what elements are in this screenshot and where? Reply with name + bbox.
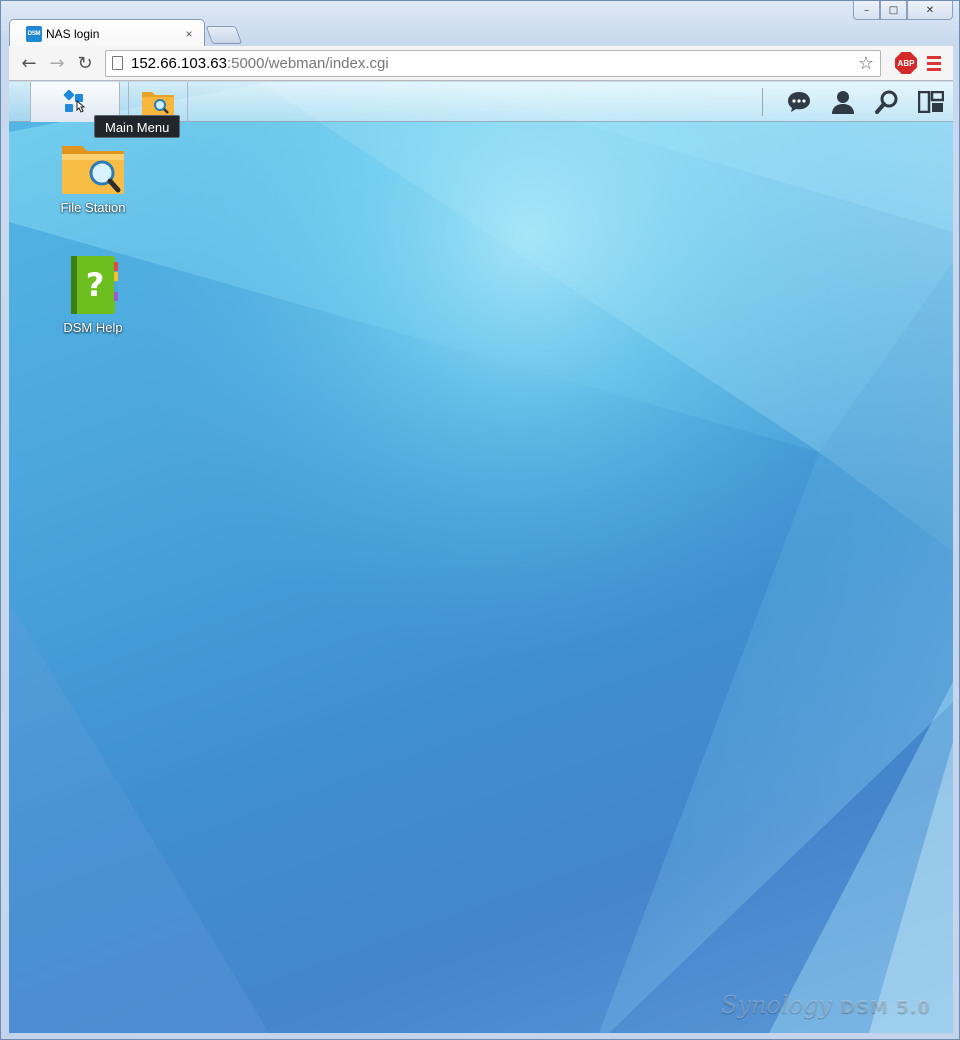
file-station-icon [142, 91, 174, 115]
desktop-wallpaper [9, 82, 953, 1033]
widgets-button[interactable] [909, 82, 953, 122]
address-bar[interactable]: 152.66.103.63:5000/webman/index.cgi ☆ [105, 49, 881, 77]
adblock-plus-icon[interactable]: ABP [895, 52, 917, 74]
bookmark-star-icon[interactable]: ☆ [858, 53, 874, 74]
browser-toolbar: ← → ↻ 152.66.103.63:5000/webman/index.cg… [9, 46, 953, 81]
brand-name: Synology [721, 991, 833, 1019]
notifications-icon [788, 91, 810, 112]
main-menu-icon [63, 89, 86, 113]
new-tab-button[interactable] [205, 26, 243, 44]
url-text[interactable]: 152.66.103.63:5000/webman/index.cgi [131, 55, 858, 72]
maximize-button[interactable]: □ [880, 1, 907, 20]
user-button[interactable] [821, 82, 865, 122]
user-icon [832, 90, 854, 114]
page-icon [112, 56, 123, 70]
close-window-button[interactable]: ✕ [907, 1, 953, 20]
desktop-icon-file-station[interactable]: File Station [48, 140, 138, 215]
brand-product: DSM 5.0 [840, 997, 931, 1018]
reload-button[interactable]: ↻ [71, 49, 99, 77]
url-host: 152.66.103.63 [131, 54, 227, 72]
desktop-icon-label: DSM Help [63, 320, 123, 335]
notifications-button[interactable] [777, 82, 821, 122]
file-station-icon [62, 146, 124, 194]
forward-button[interactable]: → [43, 49, 71, 77]
back-button[interactable]: ← [15, 49, 43, 77]
tab-close-icon[interactable]: × [182, 27, 196, 41]
search-icon [875, 90, 898, 114]
tab-strip: DSM NAS login × [9, 19, 243, 47]
widgets-icon [918, 90, 944, 113]
dsm-help-icon: ? [71, 256, 118, 314]
main-menu-tooltip: Main Menu [94, 115, 181, 138]
chrome-menu-icon[interactable] [921, 50, 947, 76]
tab-title: NAS login [46, 26, 100, 41]
desktop-icon-dsm-help[interactable]: ? DSM Help [48, 254, 138, 335]
browser-window: – □ ✕ DSM NAS login × ← → ↻ 152.66.103.6… [0, 0, 960, 1040]
tab-nas-login[interactable]: DSM NAS login × [9, 19, 205, 47]
window-controls: – □ ✕ [853, 1, 953, 21]
minimize-button[interactable]: – [853, 1, 880, 20]
synology-brand-logo: Synology DSM 5.0 [721, 991, 931, 1019]
search-button[interactable] [865, 82, 909, 122]
desktop-icon-label: File Station [60, 200, 126, 215]
taskbar-separator [762, 87, 763, 116]
dsm-desktop: Main Menu File Station ? DSM Help Synolo… [9, 82, 953, 1033]
taskbar-right [762, 82, 953, 122]
url-path: :5000/webman/index.cgi [226, 54, 389, 72]
dsm-favicon-icon: DSM [26, 25, 42, 42]
svg-text:?: ? [86, 266, 105, 304]
